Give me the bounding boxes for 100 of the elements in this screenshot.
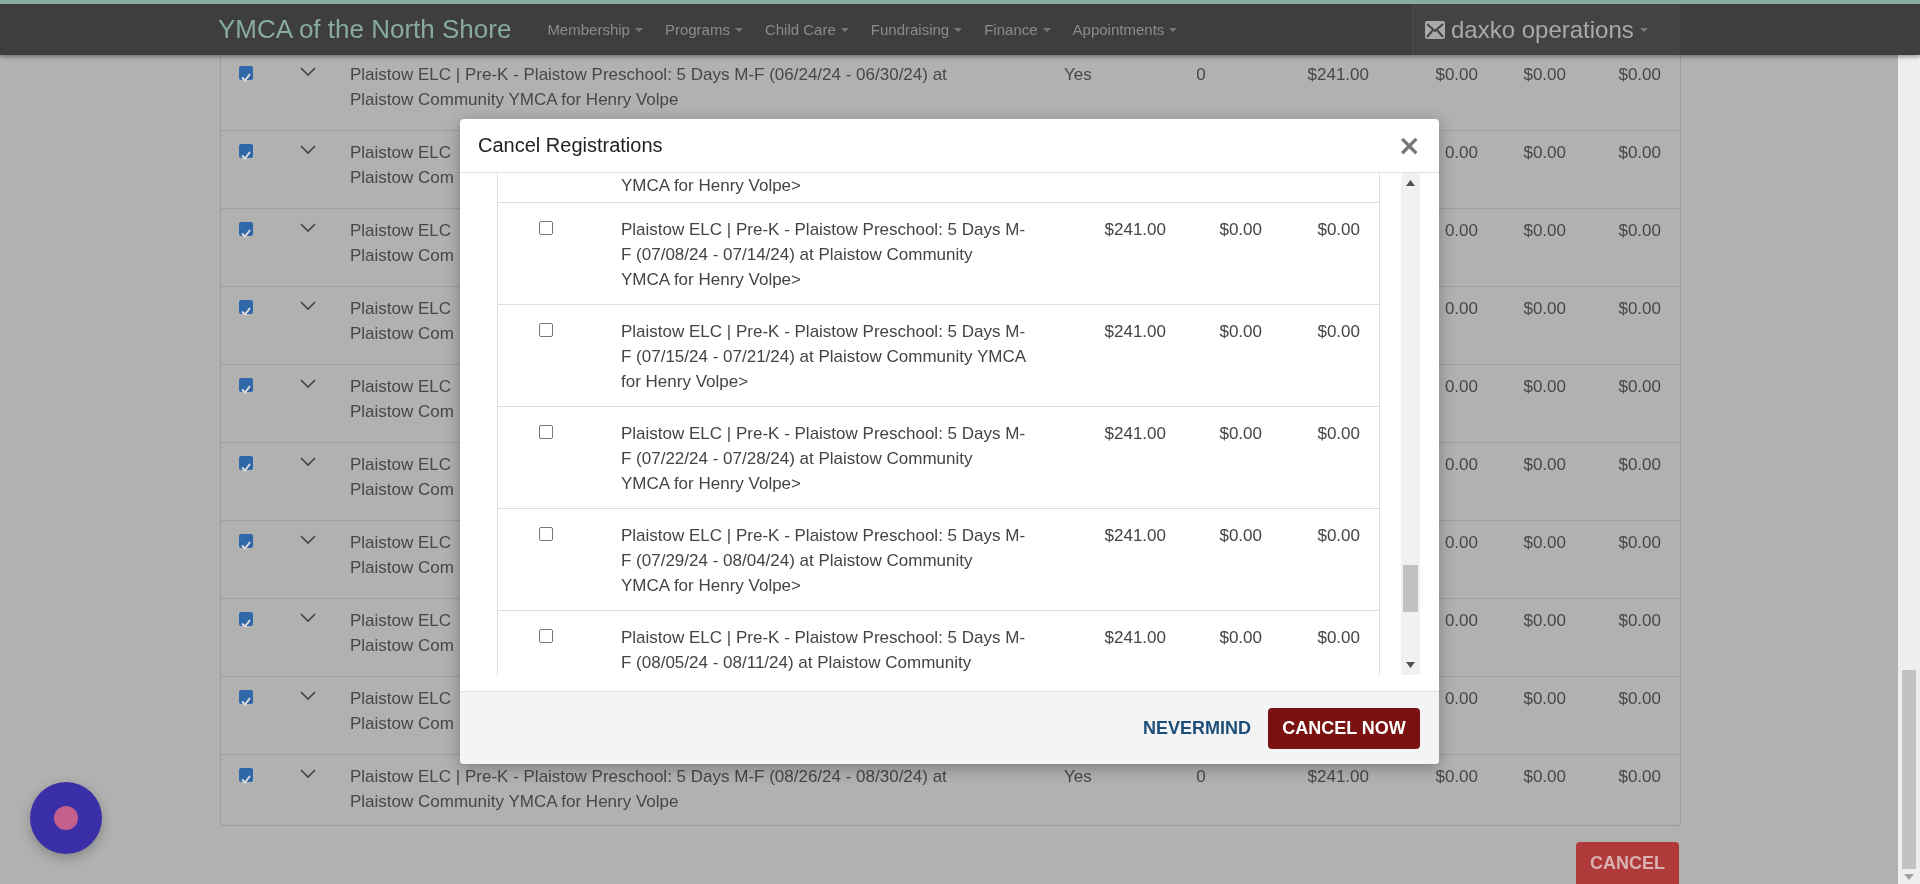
table-cell: $241.00: [1307, 767, 1369, 786]
table-cell: $0.00: [1523, 533, 1566, 552]
checkbox[interactable]: [239, 144, 253, 158]
table-cell: $0.00: [1523, 221, 1566, 240]
nevermind-button[interactable]: NEVERMIND: [1143, 717, 1251, 739]
site-title[interactable]: YMCA of the North Shore: [218, 14, 512, 45]
caret-icon: [634, 27, 643, 32]
registration-description: Plaistow ELC | Pre-K - Plaistow Preschool: 5 Days M- F (07/15/24 - 07/21/24) at Plaistow Community YMCA for Henry Volpe>: [621, 322, 1027, 391]
registration-description: Plaistow ELC Plaistow Com: [350, 299, 454, 343]
caret-icon: [954, 27, 963, 32]
table-cell: $0.00: [1618, 689, 1661, 708]
table-cell: $241.00: [1104, 526, 1166, 545]
chevron-down-icon[interactable]: [300, 223, 316, 233]
nav-menu-item[interactable]: Finance: [984, 21, 1051, 38]
nav-menu-item[interactable]: Child Care: [764, 21, 849, 38]
chevron-down-icon[interactable]: [300, 535, 316, 545]
nav-menu-item[interactable]: Programs: [664, 21, 743, 38]
checkbox[interactable]: [239, 534, 253, 548]
checkbox[interactable]: [239, 222, 253, 236]
table-cell: 0: [1196, 65, 1206, 84]
table-cell: $0.00: [1523, 377, 1566, 396]
scroll-down-icon[interactable]: [1406, 662, 1416, 668]
registration-description: Plaistow ELC Plaistow Com: [350, 611, 454, 655]
table-cell: $0.00: [1618, 377, 1661, 396]
table-cell: $241.00: [1104, 424, 1166, 443]
table-cell: $0.00: [1618, 221, 1661, 240]
chevron-down-icon[interactable]: [300, 301, 316, 311]
table-cell: $241.00: [1104, 220, 1166, 239]
table-cell: $241.00: [1104, 628, 1166, 647]
chat-launcher-button[interactable]: [30, 782, 102, 854]
chevron-down-icon[interactable]: [300, 457, 316, 467]
dialog-scrollbar[interactable]: [1401, 173, 1420, 675]
page-scrollbar[interactable]: [1898, 55, 1920, 884]
table-cell: $241.00: [1307, 65, 1369, 84]
chevron-down-icon[interactable]: [300, 145, 316, 155]
table-cell: $0.00: [1219, 628, 1262, 647]
nav-menu-item[interactable]: Fundraising: [870, 21, 963, 38]
checkbox[interactable]: [539, 425, 553, 439]
cancel-now-button[interactable]: CANCEL NOW: [1268, 707, 1420, 749]
caret-icon: [1639, 27, 1648, 32]
caret-icon: [1042, 27, 1051, 32]
table-cell: $0.00: [1435, 65, 1478, 84]
scrollbar-thumb[interactable]: [1902, 670, 1916, 869]
caret-icon: [1169, 27, 1178, 32]
chevron-down-icon[interactable]: [300, 379, 316, 389]
chevron-down-icon[interactable]: [300, 613, 316, 623]
table-cell: 0.00: [1444, 143, 1478, 162]
table-cell: $0.00: [1317, 526, 1360, 545]
registration-description: Plaistow ELC Plaistow Com: [350, 143, 454, 187]
table-cell: $0.00: [1317, 322, 1360, 341]
table-cell: $0.00: [1317, 628, 1360, 647]
checkbox[interactable]: [239, 300, 253, 314]
nav-menu-item[interactable]: Membership: [547, 21, 643, 38]
table-cell: $0.00: [1523, 143, 1566, 162]
registration-description: Plaistow ELC | Pre-K - Plaistow Preschool: 5 Days M- F (07/29/24 - 08/04/24) at Plaistow Community YMCA for Henry Volpe>: [621, 526, 1026, 595]
registration-description: Plaistow ELC Plaistow Com: [350, 689, 454, 733]
table-cell: 0.00: [1444, 299, 1478, 318]
table-cell: 0.00: [1444, 689, 1478, 708]
cancel-button[interactable]: CANCEL: [1576, 842, 1679, 884]
checkbox[interactable]: [539, 221, 553, 235]
brand-menu[interactable]: daxko operations: [1412, 4, 1679, 55]
scroll-up-icon[interactable]: [1406, 180, 1416, 186]
checkbox[interactable]: [239, 378, 253, 392]
table-cell: $0.00: [1219, 526, 1262, 545]
checkbox[interactable]: [539, 629, 553, 643]
chevron-down-icon[interactable]: [300, 691, 316, 701]
table-cell: 0.00: [1444, 377, 1478, 396]
registration-description: Plaistow ELC Plaistow Com: [350, 455, 454, 499]
registration-description: Plaistow ELC Plaistow Com: [350, 221, 454, 265]
registration-description: Plaistow ELC | Pre-K - Plaistow Preschool: 5 Days M- F (08/05/24 - 08/11/24) at Plaistow Community: [621, 628, 1026, 672]
table-cell: $0.00: [1435, 767, 1478, 786]
checkbox[interactable]: [539, 323, 553, 337]
checkbox[interactable]: [239, 456, 253, 470]
chevron-down-icon[interactable]: [300, 769, 316, 779]
checkbox[interactable]: [239, 612, 253, 626]
caret-icon: [840, 27, 849, 32]
table-cell: $0.00: [1618, 533, 1661, 552]
table-cell: $0.00: [1523, 455, 1566, 474]
registration-description: Plaistow ELC | Pre-K - Plaistow Preschool: 5 Days M-F (06/24/24 - 06/30/24) at Plaistow Community YMCA for Henry Volpe: [350, 65, 947, 109]
table-cell: $0.00: [1523, 65, 1566, 84]
table-cell: 0.00: [1444, 455, 1478, 474]
registration-description: Plaistow ELC Plaistow Com: [350, 533, 454, 577]
chevron-down-icon[interactable]: [300, 67, 316, 77]
nav-menu-item[interactable]: Appointments: [1072, 21, 1178, 38]
table-cell: $0.00: [1618, 611, 1661, 630]
caret-icon: [734, 27, 743, 32]
checkbox[interactable]: [239, 768, 253, 782]
table-cell: $0.00: [1618, 143, 1661, 162]
checkbox[interactable]: [239, 66, 253, 80]
table-cell: $0.00: [1219, 220, 1262, 239]
table-cell: $0.00: [1317, 220, 1360, 239]
registration-description: Plaistow ELC | Pre-K - Plaistow Preschool: 5 Days M-F (08/26/24 - 08/30/24) at Plaistow Community YMCA for Henry Volpe: [350, 767, 947, 811]
checkbox[interactable]: [239, 690, 253, 704]
table-cell: $0.00: [1523, 689, 1566, 708]
registration-description: Plaistow ELC | Pre-K - Plaistow Preschool: 5 Days M- F (07/08/24 - 07/14/24) at Plaistow Community YMCA for Henry Volpe>: [621, 220, 1026, 289]
close-button[interactable]: ×: [1397, 131, 1421, 160]
table-cell: $0.00: [1523, 299, 1566, 318]
scrollbar-thumb[interactable]: [1403, 565, 1418, 612]
registration-description: Plaistow ELC Plaistow Com: [350, 377, 454, 421]
checkbox[interactable]: [539, 527, 553, 541]
